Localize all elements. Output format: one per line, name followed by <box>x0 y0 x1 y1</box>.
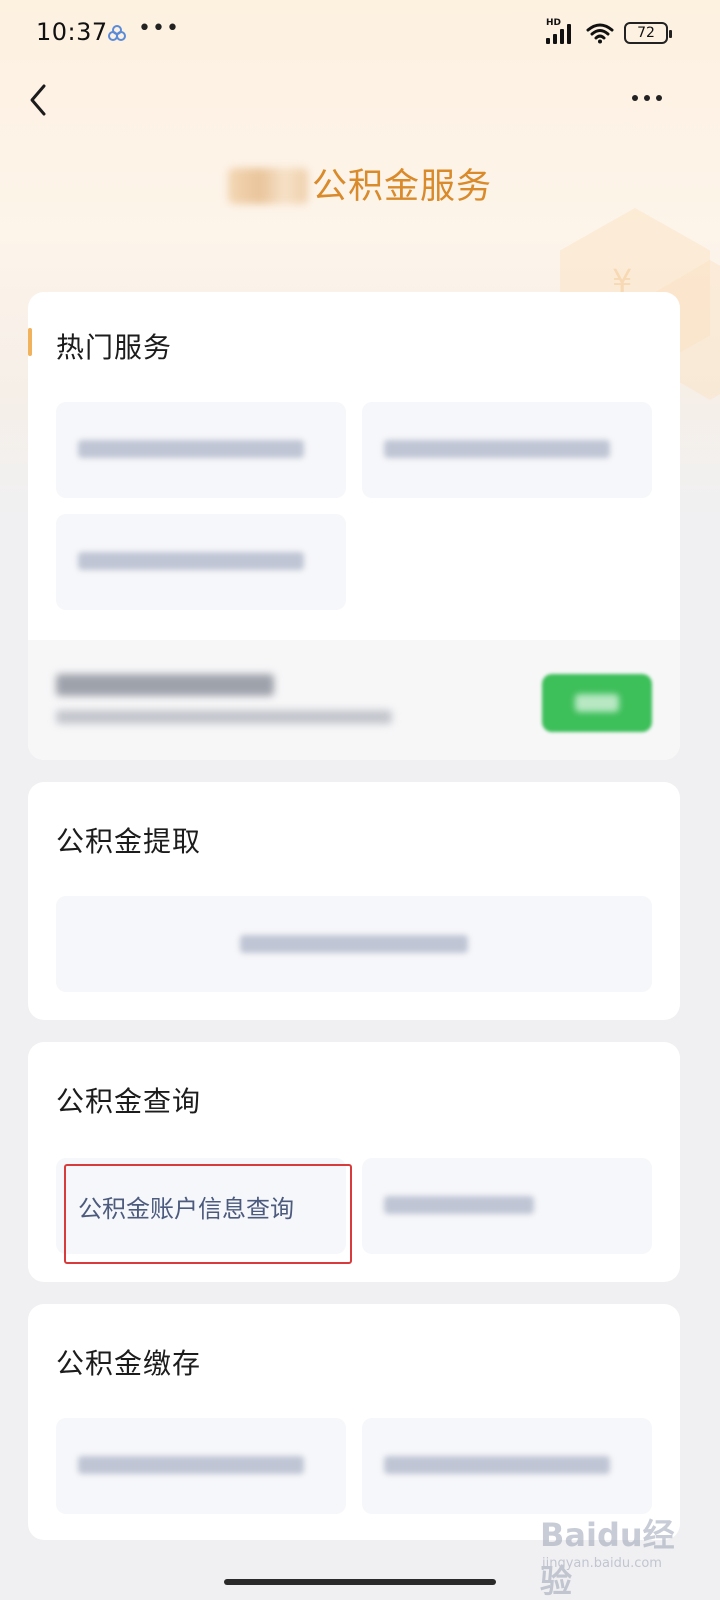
app-notification-icon <box>108 25 126 41</box>
section-marker <box>28 328 32 356</box>
redacted-promo-description <box>56 710 392 724</box>
section-title-query: 公积金查询 <box>56 1085 202 1118</box>
section-title-withdraw: 公积金提取 <box>56 825 202 858</box>
redacted-label <box>240 935 468 953</box>
page-title: 公积金服务 <box>0 158 720 209</box>
redacted-label <box>78 440 304 458</box>
highlight-annotation <box>64 1164 352 1264</box>
redacted-label <box>384 440 610 458</box>
status-bar: 10:37 ••• HD 72 <box>0 0 720 66</box>
redacted-label <box>384 1196 534 1214</box>
watermark-logo: Baidu经验 <box>540 1516 675 1600</box>
withdraw-card: 公积金提取 <box>28 782 680 1020</box>
signal-tag: HD <box>546 18 562 28</box>
signal-icon: HD <box>546 18 576 44</box>
redacted-label <box>78 552 304 570</box>
section-title-hot: 热门服务 <box>56 331 173 364</box>
status-indicators: HD 72 <box>546 18 672 44</box>
redacted-label <box>78 1456 304 1474</box>
menu-dot <box>644 95 650 101</box>
query-card: 公积金查询 公积金账户信息查询 <box>28 1042 680 1282</box>
watermark-url: jingyan.baidu.com <box>542 1556 662 1571</box>
watermark: Baidu经验 jingyan.baidu.com <box>540 1500 700 1600</box>
home-indicator[interactable] <box>224 1579 496 1585</box>
section-title-deposit: 公积金缴存 <box>56 1347 202 1380</box>
wifi-icon <box>586 23 614 44</box>
page-title-text: 公积金服务 <box>311 167 492 207</box>
service-tile[interactable] <box>56 514 346 610</box>
service-tile[interactable] <box>56 896 652 992</box>
redacted-label <box>384 1456 610 1474</box>
redacted-button-label <box>575 694 619 712</box>
promo-action-button[interactable] <box>542 674 652 732</box>
service-tile[interactable] <box>56 1418 346 1514</box>
service-tile[interactable] <box>56 402 346 498</box>
hot-services-card: 热门服务 <box>28 292 680 760</box>
more-menu-button[interactable] <box>632 88 668 108</box>
redacted-promo-title <box>56 674 274 696</box>
status-time: 10:37 <box>36 18 108 46</box>
menu-dot <box>656 95 662 101</box>
back-button[interactable] <box>24 80 54 120</box>
status-more-icon: ••• <box>138 16 180 41</box>
service-tile[interactable] <box>362 1158 652 1254</box>
service-tile[interactable] <box>362 402 652 498</box>
redacted-city-name <box>227 168 308 204</box>
battery-icon: 72 <box>624 22 672 44</box>
menu-dot <box>632 95 638 101</box>
